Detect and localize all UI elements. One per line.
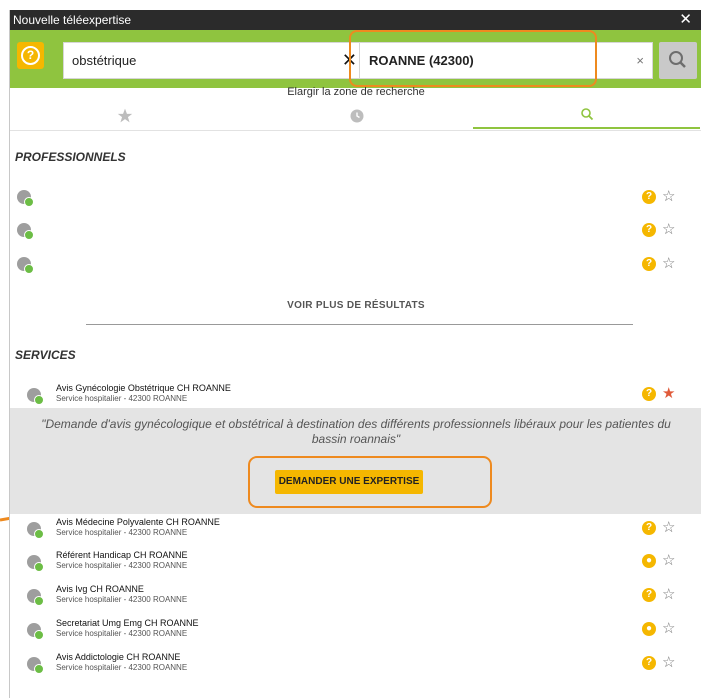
help-status-icon[interactable]: ? bbox=[642, 656, 656, 670]
service-row[interactable]: Avis Ivg CH ROANNE Service hospitalier -… bbox=[10, 582, 701, 606]
clear-location-icon[interactable]: × bbox=[636, 43, 644, 78]
service-row[interactable]: Secretariat Umg Emg CH ROANNE Service ho… bbox=[10, 616, 701, 640]
service-name: Avis Médecine Polyvalente CH ROANNE bbox=[56, 517, 220, 527]
tab-favorites[interactable] bbox=[10, 98, 242, 130]
service-row[interactable]: Avis Médecine Polyvalente CH ROANNE Serv… bbox=[10, 515, 701, 539]
star-outline-icon[interactable]: ☆ bbox=[662, 655, 675, 670]
window-title: Nouvelle téléexpertise bbox=[13, 13, 132, 27]
search-icon bbox=[669, 51, 686, 68]
active-tab-indicator bbox=[473, 127, 700, 129]
group-status-icon[interactable]: ● bbox=[642, 622, 656, 636]
service-subtitle: Service hospitalier - 42300 ROANNE bbox=[56, 561, 188, 570]
professionals-section-title: PROFESSIONNELS bbox=[15, 150, 126, 164]
help-status-icon[interactable]: ? bbox=[642, 190, 656, 204]
service-subtitle: Service hospitalier - 42300 ROANNE bbox=[56, 663, 188, 672]
close-icon[interactable]: ✕ bbox=[679, 10, 692, 30]
star-outline-icon[interactable]: ☆ bbox=[662, 621, 675, 636]
avatar bbox=[27, 388, 44, 405]
service-description: "Demande d'avis gynécologique et obstétr… bbox=[41, 417, 671, 446]
professional-row[interactable]: ? ☆ bbox=[10, 186, 701, 208]
location-highlight bbox=[349, 30, 597, 87]
service-subtitle: Service hospitalier - 42300 ROANNE bbox=[56, 595, 188, 604]
divider bbox=[86, 324, 633, 325]
avatar bbox=[17, 257, 34, 274]
service-row-selected[interactable]: Avis Gynécologie Obstétrique CH ROANNE S… bbox=[10, 381, 701, 405]
help-button[interactable]: ? bbox=[17, 42, 44, 69]
tab-history[interactable] bbox=[242, 98, 473, 130]
service-row[interactable]: Référent Handicap CH ROANNE Service hosp… bbox=[10, 548, 701, 572]
request-highlight bbox=[248, 456, 492, 508]
avatar bbox=[27, 522, 44, 539]
service-name: Avis Addictologie CH ROANNE bbox=[56, 652, 181, 662]
star-outline-icon[interactable]: ☆ bbox=[662, 222, 675, 237]
clock-icon bbox=[350, 109, 364, 123]
star-outline-icon[interactable]: ☆ bbox=[662, 520, 675, 535]
group-status-icon[interactable]: ● bbox=[642, 554, 656, 568]
avatar bbox=[17, 190, 34, 207]
avatar bbox=[27, 555, 44, 572]
help-status-icon[interactable]: ? bbox=[642, 257, 656, 271]
service-subtitle: Service hospitalier - 42300 ROANNE bbox=[56, 528, 188, 537]
star-outline-icon[interactable]: ☆ bbox=[662, 553, 675, 568]
star-filled-icon[interactable]: ★ bbox=[662, 386, 675, 401]
help-status-icon[interactable]: ? bbox=[642, 521, 656, 535]
service-subtitle: Service hospitalier - 42300 ROANNE bbox=[56, 629, 188, 638]
avatar bbox=[27, 623, 44, 640]
enlarge-search-area-link[interactable]: Elargir la zone de recherche bbox=[10, 86, 701, 98]
avatar bbox=[17, 223, 34, 240]
teleexpertise-window: Nouvelle téléexpertise ✕ ? obstétrique ✕… bbox=[9, 10, 701, 698]
help-status-icon[interactable]: ? bbox=[642, 588, 656, 602]
star-icon bbox=[117, 108, 133, 123]
star-outline-icon[interactable]: ☆ bbox=[662, 587, 675, 602]
service-name: Avis Ivg CH ROANNE bbox=[56, 584, 144, 594]
avatar bbox=[27, 657, 44, 674]
see-more-results-link[interactable]: VOIR PLUS DE RÉSULTATS bbox=[10, 300, 701, 311]
search-button[interactable] bbox=[659, 42, 697, 79]
professional-row[interactable]: ? ☆ bbox=[10, 219, 701, 241]
help-circle-icon: ? bbox=[21, 46, 40, 65]
service-row[interactable]: Avis Addictologie CH ROANNE Service hosp… bbox=[10, 650, 701, 674]
star-outline-icon[interactable]: ☆ bbox=[662, 256, 675, 271]
tab-search[interactable] bbox=[473, 98, 701, 130]
title-bar: Nouvelle téléexpertise ✕ bbox=[10, 10, 701, 30]
service-name: Référent Handicap CH ROANNE bbox=[56, 550, 188, 560]
avatar bbox=[27, 589, 44, 606]
services-section-title: SERVICES bbox=[15, 348, 76, 362]
professional-row[interactable]: ? ☆ bbox=[10, 253, 701, 275]
help-status-icon[interactable]: ? bbox=[642, 223, 656, 237]
service-subtitle: Service hospitalier - 42300 ROANNE bbox=[56, 394, 188, 403]
star-outline-icon[interactable]: ☆ bbox=[662, 189, 675, 204]
search-icon bbox=[581, 108, 594, 121]
specialty-search-value: obstétrique bbox=[72, 53, 137, 68]
help-status-icon[interactable]: ? bbox=[642, 387, 656, 401]
service-name: Secretariat Umg Emg CH ROANNE bbox=[56, 618, 199, 628]
specialty-search-input[interactable]: obstétrique ✕ bbox=[63, 42, 360, 79]
service-name: Avis Gynécologie Obstétrique CH ROANNE bbox=[56, 383, 231, 393]
